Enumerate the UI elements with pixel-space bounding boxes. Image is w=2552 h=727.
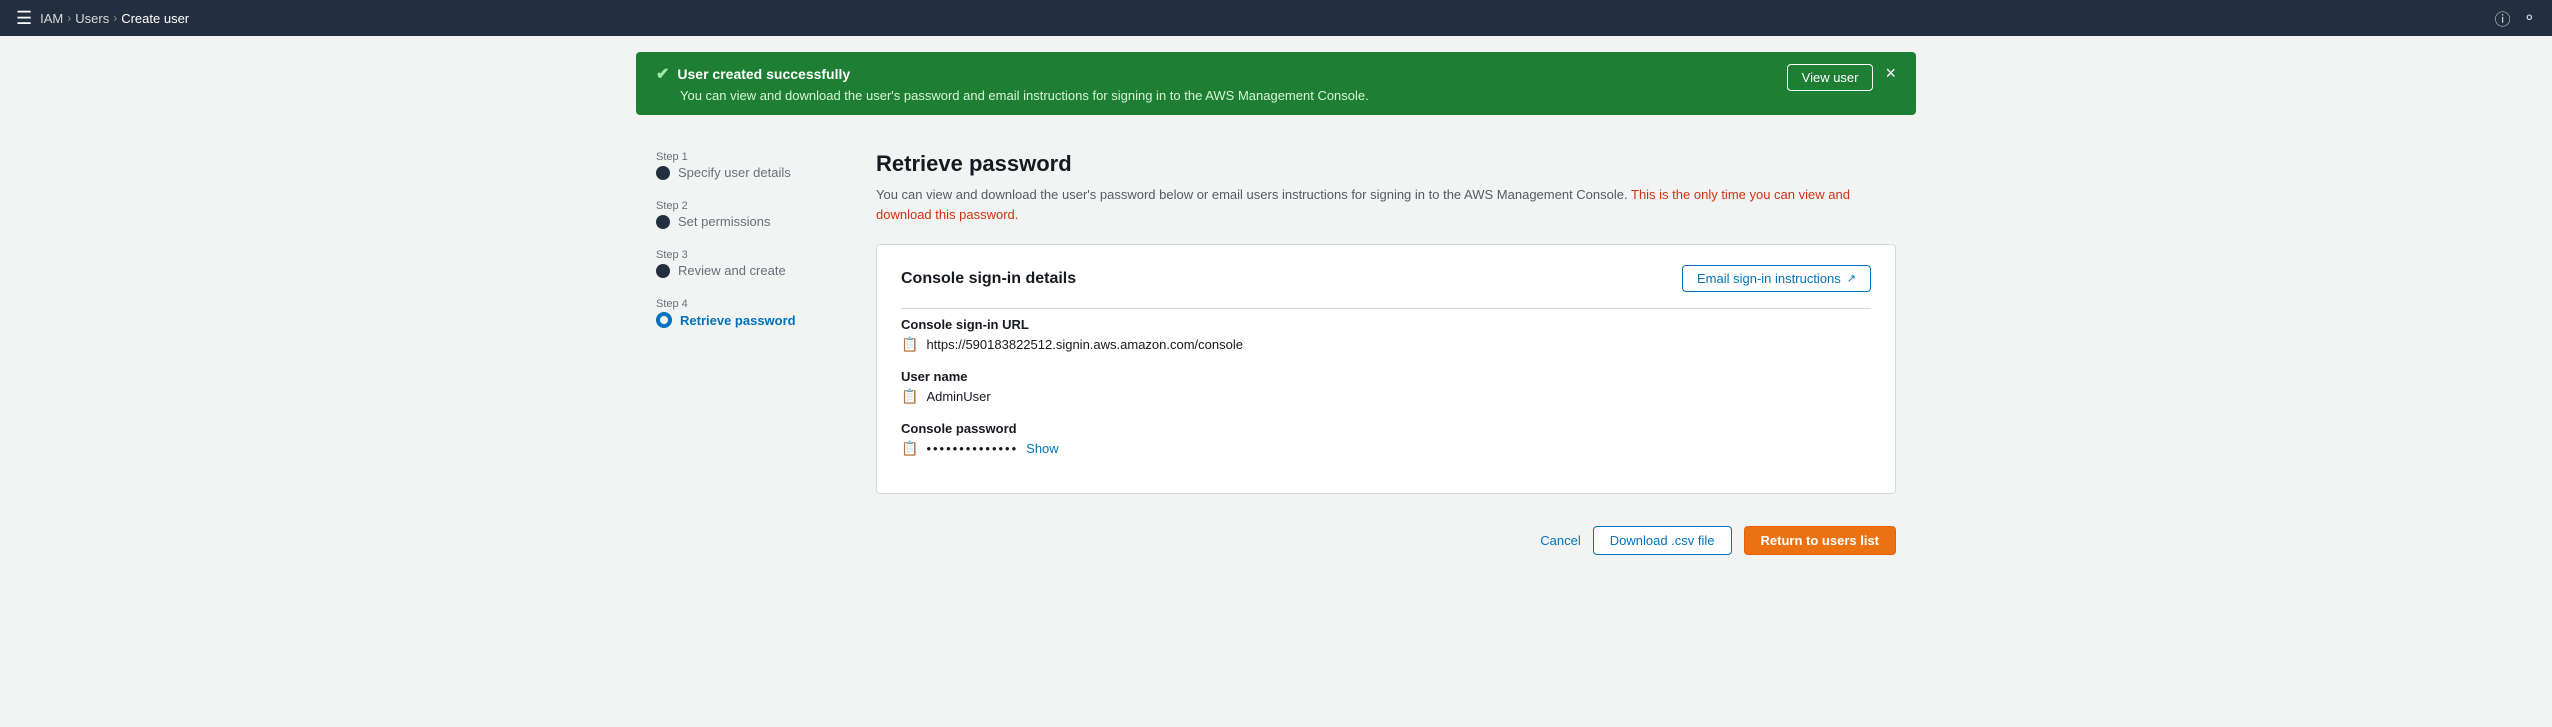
nav-right: ⓘ ⚬ — [2495, 6, 2536, 30]
step4-name: Retrieve password — [656, 312, 856, 328]
username-label: User name — [901, 369, 1871, 384]
banner-content: ✔ User created successfully You can view… — [656, 64, 1767, 103]
card-header: Console sign-in details Email sign-in in… — [901, 265, 1871, 292]
banner-message: You can view and download the user's pas… — [656, 88, 1767, 103]
return-to-users-button[interactable]: Return to users list — [1744, 526, 1896, 555]
step-1: Step 1 Specify user details — [656, 151, 856, 180]
banner-title: ✔ User created successfully — [656, 64, 1767, 84]
sep2: › — [113, 11, 117, 25]
url-label: Console sign-in URL — [901, 317, 1871, 332]
step-4: Step 4 Retrieve password — [656, 298, 856, 328]
top-nav: ☰ IAM › Users › Create user ⓘ ⚬ — [0, 0, 2552, 36]
iam-link[interactable]: IAM — [40, 11, 63, 26]
show-password-link[interactable]: Show — [1026, 441, 1059, 456]
step3-name: Review and create — [656, 263, 856, 278]
password-label: Console password — [901, 421, 1871, 436]
breadcrumb: IAM › Users › Create user — [40, 11, 189, 26]
step3-dot — [656, 264, 670, 278]
close-banner-button[interactable]: × — [1885, 64, 1896, 82]
username-value: 📋 AdminUser — [901, 388, 1871, 405]
step4-label: Step 4 — [656, 298, 856, 310]
step2-dot — [656, 215, 670, 229]
hamburger-icon[interactable]: ☰ — [16, 8, 32, 29]
stepper: Step 1 Specify user details Step 2 Set p… — [656, 131, 876, 555]
password-value: 📋 •••••••••••••• Show — [901, 440, 1871, 457]
main-wrapper: Step 1 Specify user details Step 2 Set p… — [636, 131, 1916, 595]
password-copy-icon[interactable]: 📋 — [901, 440, 918, 457]
step3-label: Step 3 — [656, 249, 856, 261]
url-value: 📋 https://590183822512.signin.aws.amazon… — [901, 336, 1871, 353]
user-icon[interactable]: ⚬ — [2523, 8, 2536, 28]
url-copy-icon[interactable]: 📋 — [901, 336, 918, 353]
step1-label: Step 1 — [656, 151, 856, 163]
url-field: Console sign-in URL 📋 https://5901838225… — [901, 317, 1871, 353]
password-field: Console password 📋 •••••••••••••• Show — [901, 421, 1871, 457]
breadcrumb-current: Create user — [121, 11, 189, 26]
username-copy-icon[interactable]: 📋 — [901, 388, 918, 405]
divider1 — [901, 308, 1871, 309]
cancel-button[interactable]: Cancel — [1540, 533, 1580, 548]
username-field: User name 📋 AdminUser — [901, 369, 1871, 405]
sep1: › — [67, 11, 71, 25]
download-csv-button[interactable]: Download .csv file — [1593, 526, 1732, 555]
step2-name: Set permissions — [656, 214, 856, 229]
sign-in-details-card: Console sign-in details Email sign-in in… — [876, 244, 1896, 494]
page-description: You can view and download the user's pas… — [876, 185, 1896, 224]
step-2: Step 2 Set permissions — [656, 200, 856, 229]
step1-dot — [656, 166, 670, 180]
info-icon[interactable]: ⓘ — [2495, 6, 2511, 30]
page-title: Retrieve password — [876, 151, 1896, 177]
step1-name: Specify user details — [656, 165, 856, 180]
step-3: Step 3 Review and create — [656, 249, 856, 278]
view-user-button[interactable]: View user — [1787, 64, 1874, 91]
users-link[interactable]: Users — [75, 11, 109, 26]
step4-dot — [656, 312, 672, 328]
success-banner: ✔ User created successfully You can view… — [636, 52, 1916, 115]
password-dots: •••••••••••••• — [926, 441, 1018, 456]
action-bar: Cancel Download .csv file Return to user… — [876, 518, 1896, 555]
external-link-icon: ↗ — [1847, 272, 1856, 285]
card-title: Console sign-in details — [901, 270, 1076, 288]
content-area: Retrieve password You can view and downl… — [876, 131, 1896, 555]
email-sign-in-button[interactable]: Email sign-in instructions ↗ — [1682, 265, 1871, 292]
step2-label: Step 2 — [656, 200, 856, 212]
check-icon: ✔ — [656, 64, 669, 84]
